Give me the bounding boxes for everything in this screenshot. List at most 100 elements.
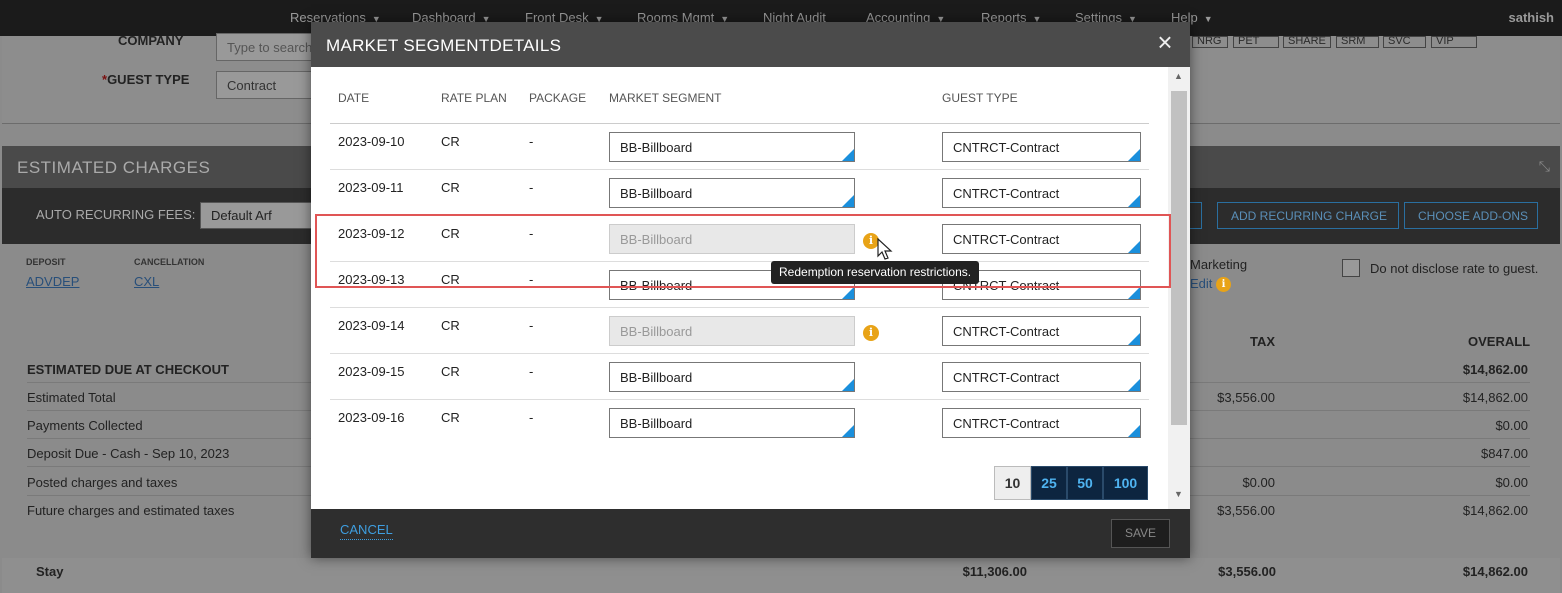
tag-srm[interactable]: SRM (1336, 36, 1379, 48)
row-rate-plan: CR (441, 226, 460, 241)
row-rate-plan: CR (441, 272, 460, 287)
summary-row-tax: $0.00 (1242, 475, 1275, 490)
choose-add-ons-button[interactable]: CHOOSE ADD-ONS (1404, 202, 1538, 229)
col-tax-header: TAX (1250, 334, 1276, 349)
table-header-line (330, 123, 1149, 124)
market-segment-select[interactable]: BB-Billboard (609, 178, 855, 208)
tag-vip[interactable]: VIP (1431, 36, 1477, 48)
dropdown-corner-icon (1128, 425, 1140, 437)
summary-row-label: Estimated Total (27, 390, 116, 405)
row-rate-plan: CR (441, 180, 460, 195)
modal-title: MARKET SEGMENTDETAILS (326, 36, 562, 55)
col-overall-header: OVERALL (1468, 334, 1531, 349)
summary-row-tax: $3,556.00 (1217, 390, 1275, 405)
hidden-button-edge[interactable] (1190, 202, 1202, 229)
summary-row-overall: $14,862.00 (1462, 390, 1528, 405)
stay-label: Stay (36, 564, 64, 579)
row-date: 2023-09-15 (338, 364, 405, 379)
header-market-segment: MARKET SEGMENT (609, 91, 722, 105)
row-date: 2023-09-12 (338, 226, 405, 241)
stay-overall: $14,862.00 (1462, 564, 1528, 579)
dropdown-corner-icon (842, 379, 854, 391)
estimated-due-label: ESTIMATED DUE AT CHECKOUT (27, 362, 229, 377)
tag-svc[interactable]: SVC (1383, 36, 1426, 48)
row-rate-plan: CR (441, 318, 460, 333)
dropdown-corner-icon (842, 287, 854, 299)
marketing-edit[interactable]: Edit i (1190, 276, 1232, 293)
dropdown-corner-icon (1128, 195, 1140, 207)
row-package: - (529, 134, 534, 149)
row-divider (330, 353, 1149, 354)
tag-share[interactable]: SHARE (1283, 36, 1331, 48)
scroll-up-icon[interactable]: ▲ (1174, 71, 1183, 81)
modal-scrollbar[interactable]: ▲ ▼ (1168, 67, 1190, 509)
auto-recurring-select[interactable]: Default Arf (200, 202, 320, 229)
marketing-edit-link[interactable]: Edit (1190, 276, 1212, 291)
summary-row-overall: $0.00 (1495, 475, 1528, 490)
do-not-disclose-checkbox[interactable] (1342, 259, 1360, 277)
summary-row-overall: $0.00 (1495, 418, 1528, 433)
header-guest-type: GUEST TYPE (942, 91, 1018, 105)
deposit-header: DEPOSIT (26, 257, 66, 267)
modal-body: DATE RATE PLAN PACKAGE MARKET SEGMENT GU… (311, 67, 1190, 509)
deposit-link[interactable]: ADVDEP (26, 274, 79, 289)
row-package: - (529, 272, 534, 287)
close-icon[interactable]: × (1154, 29, 1176, 55)
row-rate-plan: CR (441, 410, 460, 425)
row-date: 2023-09-16 (338, 410, 405, 425)
guest-type-select[interactable]: CNTRCT-Contract (942, 408, 1141, 438)
market-segment-select[interactable]: BB-Billboard (609, 132, 855, 162)
market-segment-select-disabled: BB-Billboard (609, 224, 855, 254)
row-package: - (529, 226, 534, 241)
summary-row-tax: $3,556.00 (1217, 503, 1275, 518)
page-size-100[interactable]: 100 (1103, 466, 1148, 500)
page-size-50[interactable]: 50 (1067, 466, 1103, 500)
header-package: PACKAGE (529, 91, 587, 105)
collapse-icon[interactable]: ⤡ (1539, 158, 1550, 175)
header-rate-plan: RATE PLAN (441, 91, 507, 105)
page-size-25[interactable]: 25 (1031, 466, 1067, 500)
row-divider (330, 399, 1149, 400)
tag-nrg[interactable]: NRG (1192, 36, 1228, 48)
cancel-button[interactable]: CANCEL (340, 522, 393, 540)
guest-type-select[interactable]: CNTRCT-Contract (942, 362, 1141, 392)
scrollbar-thumb[interactable] (1171, 91, 1187, 425)
save-button[interactable]: SAVE (1111, 519, 1170, 548)
guest-type-select[interactable]: Contract (216, 71, 316, 99)
stay-row: Stay $11,306.00 $3,556.00 $14,862.00 (2, 558, 1560, 593)
estimated-due-overall: $14,862.00 (1462, 362, 1528, 377)
row-date: 2023-09-13 (338, 272, 405, 287)
restriction-tooltip: Redemption reservation restrictions. (771, 261, 980, 284)
info-icon[interactable]: i (1216, 277, 1232, 293)
row-divider (330, 307, 1149, 308)
guest-type-select[interactable]: CNTRCT-Contract (942, 178, 1141, 208)
summary-row-label: Posted charges and taxes (27, 475, 178, 490)
marketing-label: Marketing (1190, 257, 1248, 272)
summary-row-overall: $847.00 (1481, 446, 1528, 461)
guest-type-select[interactable]: CNTRCT-Contract (942, 132, 1141, 162)
company-search-input[interactable]: Type to search (216, 33, 316, 61)
guest-type-select[interactable]: CNTRCT-Contract (942, 316, 1141, 346)
do-not-disclose-label: Do not disclose rate to guest. (1370, 261, 1539, 276)
stay-amount: $11,306.00 (962, 564, 1027, 579)
dropdown-corner-icon (1128, 379, 1140, 391)
auto-recurring-label: AUTO RECURRING FEES: (36, 207, 196, 222)
cancellation-header: CANCELLATION (134, 257, 205, 267)
guest-type-select[interactable]: CNTRCT-Contract (942, 224, 1141, 254)
scroll-down-icon[interactable]: ▼ (1174, 489, 1183, 499)
summary-row-label: Future charges and estimated taxes (27, 503, 235, 518)
row-date: 2023-09-11 (338, 180, 404, 195)
add-recurring-charge-button[interactable]: ADD RECURRING CHARGE (1217, 202, 1399, 229)
market-segment-select[interactable]: BB-Billboard (609, 408, 855, 438)
row-date: 2023-09-10 (338, 134, 405, 149)
tag-pet[interactable]: PET (1233, 36, 1279, 48)
row-package: - (529, 410, 534, 425)
row-divider (330, 169, 1149, 170)
market-segment-select[interactable]: BB-Billboard (609, 362, 855, 392)
row-package: - (529, 364, 534, 379)
info-icon[interactable]: i (863, 325, 879, 341)
header-date: DATE (338, 91, 370, 105)
cancellation-link[interactable]: CXL (134, 274, 159, 289)
page-size-10[interactable]: 10 (994, 466, 1031, 500)
user-name[interactable]: sathish (1508, 10, 1554, 25)
